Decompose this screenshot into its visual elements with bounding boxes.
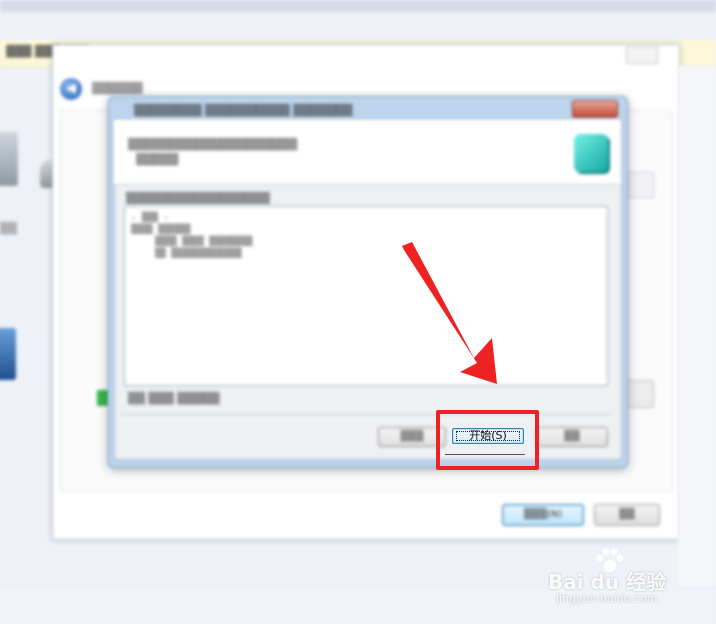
- watermark-url: jingyan.baidu.com: [556, 592, 658, 605]
- annotation-arrow: [402, 242, 497, 384]
- watermark-brand: Bai du 经验: [548, 570, 667, 594]
- red-arrow: [402, 242, 497, 384]
